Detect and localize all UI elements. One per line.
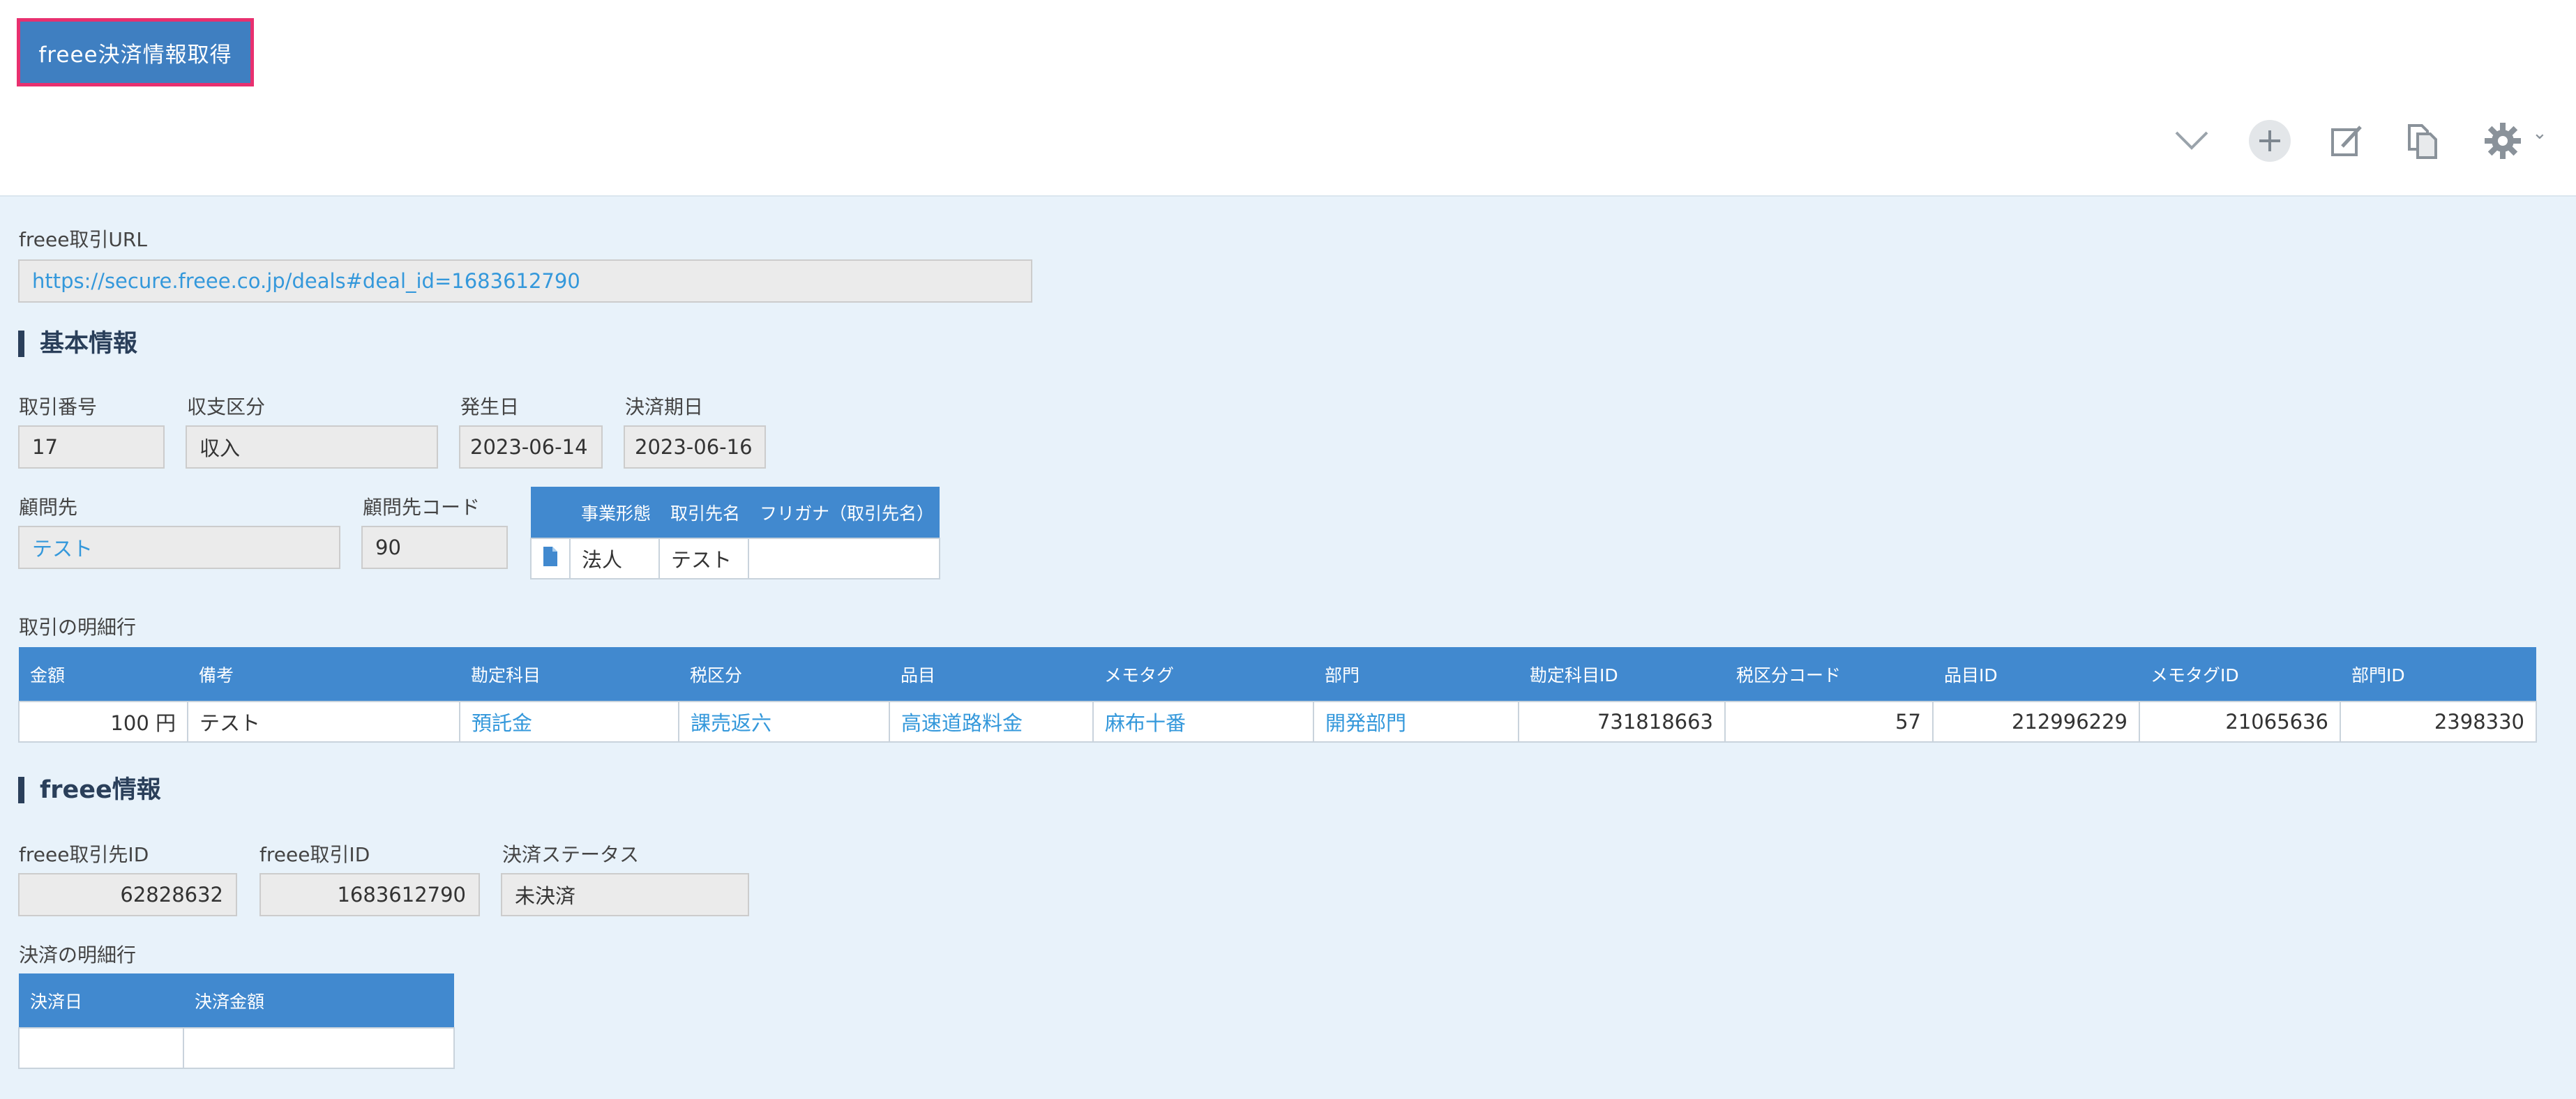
deal-number-field[interactable]: 17 — [18, 425, 165, 469]
issue-date-field[interactable]: 2023-06-14 — [459, 425, 603, 469]
department-id-cell: 2398330 — [2340, 701, 2537, 743]
table-header-cell: 税区分 — [679, 647, 889, 702]
table-row — [18, 1027, 455, 1069]
tax-category-link[interactable]: 課売返六 — [678, 701, 890, 743]
payment-table-header: 決済日 決済金額 — [19, 973, 454, 1028]
payment-amount-cell — [183, 1027, 455, 1069]
duplicate-icon[interactable] — [2400, 119, 2444, 163]
payment-lines-table: 決済日 決済金額 — [18, 973, 455, 1069]
table-header-cell: 勘定科目 — [460, 647, 679, 702]
account-item-id-cell: 731818663 — [1518, 701, 1726, 743]
issue-date-label: 発生日 — [460, 395, 520, 418]
payment-lines-label: 決済の明細行 — [19, 943, 137, 967]
detail-table-header: 金額 備考 勘定科目 税区分 品目 メモタグ 部門 勘定科目ID 税区分コード … — [19, 647, 2536, 702]
amount-cell: 100 円 — [18, 701, 188, 743]
client-code-label: 顧問先コード — [363, 496, 481, 519]
table-header-cell: 取引先名 — [659, 487, 748, 538]
table-header-cell: メモタグID — [2139, 647, 2340, 702]
client-label: 顧問先 — [19, 496, 78, 519]
table-header-cell: 部門ID — [2340, 647, 2536, 702]
gear-icon[interactable] — [2480, 119, 2525, 163]
top-toolbar: freee決済情報取得 ⌄ — [0, 0, 2576, 197]
remarks-cell: テスト — [187, 701, 460, 743]
memo-tag-link[interactable]: 麻布十番 — [1092, 701, 1314, 743]
detail-lines-table: 金額 備考 勘定科目 税区分 品目 メモタグ 部門 勘定科目ID 税区分コード … — [18, 647, 2537, 743]
detail-lines-label: 取引の明細行 — [19, 616, 137, 639]
table-header-cell: 税区分コード — [1725, 647, 1933, 702]
payment-status-label: 決済ステータス — [502, 843, 640, 866]
income-type-field[interactable]: 収入 — [186, 425, 438, 469]
item-id-cell: 212996229 — [1932, 701, 2140, 743]
memo-tag-id-cell: 21065636 — [2139, 701, 2341, 743]
table-header-cell: 事業形態 — [570, 487, 659, 538]
partner-id-field[interactable]: 62828632 — [18, 873, 237, 916]
due-date-label: 決済期日 — [625, 395, 704, 418]
table-header-cell — [531, 487, 570, 538]
table-cell: テスト — [658, 538, 749, 579]
partner-table-header: 事業形態 取引先名 フリガナ（取引先名） — [531, 487, 940, 538]
table-cell: 法人 — [569, 538, 660, 579]
deal-id-label: freee取引ID — [259, 843, 370, 866]
due-date-field[interactable]: 2023-06-16 — [624, 425, 766, 469]
plus-icon[interactable] — [2247, 119, 2292, 163]
table-header-cell: 部門 — [1313, 647, 1519, 702]
tax-code-cell: 57 — [1724, 701, 1934, 743]
table-header-cell: メモタグ — [1093, 647, 1313, 702]
table-cell — [748, 538, 940, 579]
table-header-cell: 勘定科目ID — [1519, 647, 1725, 702]
table-header-cell: 金額 — [19, 647, 188, 702]
table-header-cell: 品目ID — [1933, 647, 2139, 702]
table-row: 100 円 テスト 預託金 課売返六 高速道路料金 麻布十番 開発部門 7318… — [18, 701, 2537, 743]
table-header-cell: 備考 — [188, 647, 460, 702]
table-header-cell: フリガナ（取引先名） — [748, 487, 940, 538]
section-freee-info: freee情報 — [18, 777, 161, 803]
url-field[interactable]: https://secure.freee.co.jp/deals#deal_id… — [18, 259, 1032, 303]
deal-id-field[interactable]: 1683612790 — [259, 873, 480, 916]
edit-icon[interactable] — [2324, 119, 2369, 163]
freee-fetch-button[interactable]: freee決済情報取得 — [17, 18, 254, 86]
client-code-field[interactable]: 90 — [361, 526, 508, 569]
client-field[interactable]: テスト — [18, 526, 340, 569]
deal-number-label: 取引番号 — [19, 395, 98, 418]
document-icon[interactable] — [530, 538, 571, 579]
url-label: freee取引URL — [19, 228, 147, 251]
partner-table: 事業形態 取引先名 フリガナ（取引先名） 法人 テスト — [530, 487, 940, 579]
table-header-cell: 品目 — [889, 647, 1093, 702]
table-row: 法人 テスト — [530, 538, 940, 579]
partner-id-label: freee取引先ID — [19, 843, 149, 866]
account-item-link[interactable]: 預託金 — [459, 701, 679, 743]
payment-date-cell — [18, 1027, 184, 1069]
gear-caret-icon[interactable]: ⌄ — [2532, 123, 2547, 144]
income-type-label: 収支区分 — [187, 395, 266, 418]
payment-status-field[interactable]: 未決済 — [501, 873, 749, 916]
item-link[interactable]: 高速道路料金 — [889, 701, 1094, 743]
table-header-cell: 決済金額 — [183, 973, 454, 1028]
table-header-cell: 決済日 — [19, 973, 183, 1028]
chevron-down-icon[interactable] — [2169, 119, 2214, 163]
department-link[interactable]: 開発部門 — [1313, 701, 1519, 743]
section-basic-info: 基本情報 — [18, 331, 137, 357]
